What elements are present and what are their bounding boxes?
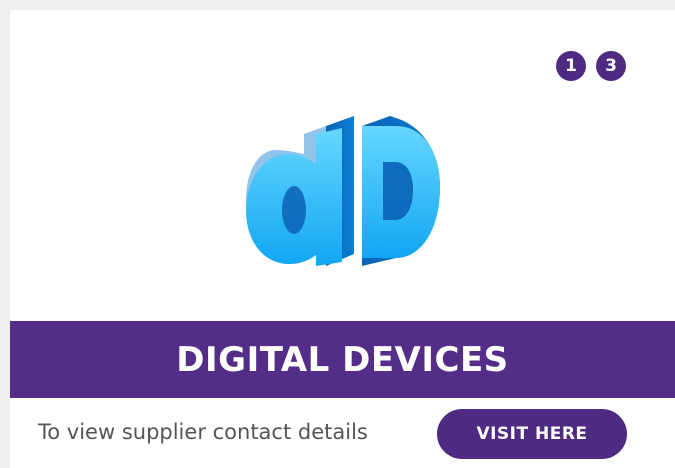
supplier-title: DIGITAL DEVICES	[176, 339, 509, 380]
contact-details-text: To view supplier contact details	[38, 420, 368, 444]
visit-here-button[interactable]: VISIT HERE	[437, 409, 627, 459]
supplier-title-banner: DIGITAL DEVICES	[10, 321, 675, 398]
badge-group: 1 3	[556, 51, 626, 81]
count-badge-3: 3	[596, 51, 626, 81]
digital-devices-logo-icon	[246, 116, 440, 266]
count-badge-1: 1	[556, 51, 586, 81]
supplier-card: 1 3 DIGITAL DEVICES To view supplier con…	[10, 10, 675, 468]
